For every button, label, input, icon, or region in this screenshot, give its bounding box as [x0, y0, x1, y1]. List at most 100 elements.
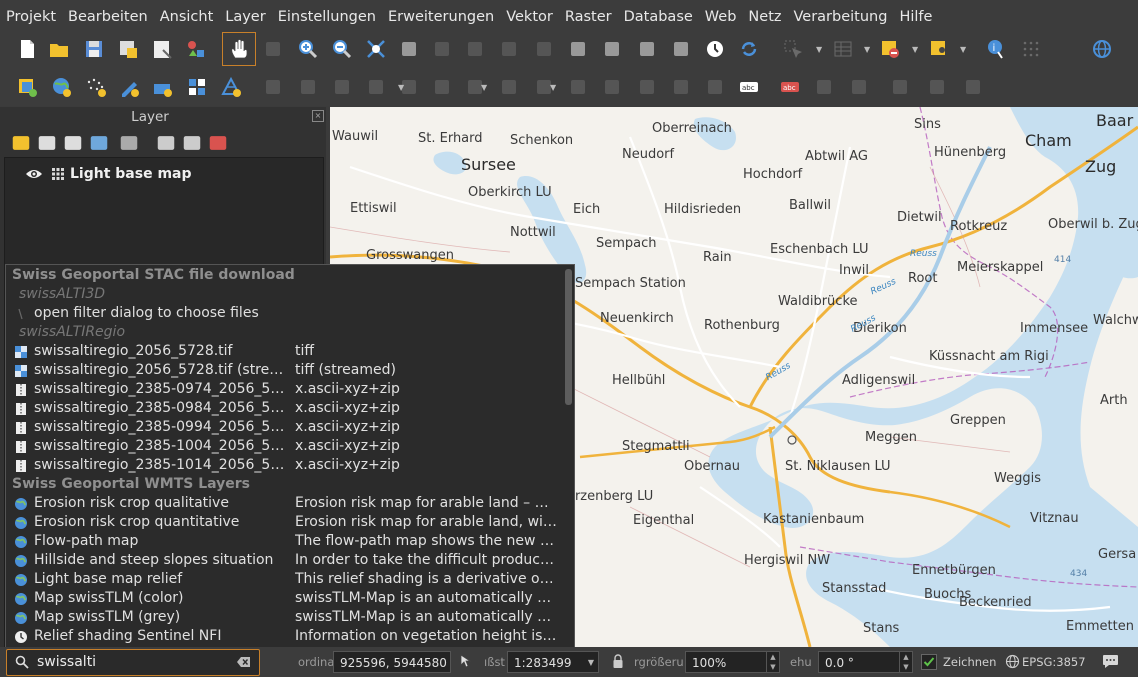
crs-globe-icon[interactable] [1005, 654, 1020, 673]
zoom-full-icon[interactable] [365, 38, 387, 60]
redo-icon[interactable] [636, 76, 658, 98]
chevron-down-icon[interactable]: ▼ [398, 83, 404, 92]
edit-pencil-icon[interactable] [262, 76, 284, 98]
open-project-icon[interactable] [48, 38, 70, 60]
temporal-controller-icon[interactable] [704, 38, 726, 60]
zoom-to-layer-icon[interactable] [431, 38, 453, 60]
label-abc-icon[interactable]: abc [738, 76, 760, 98]
locator-result-row[interactable]: swissaltiregio_2056_5728.tif (strea... ti… [6, 361, 562, 380]
chevron-down-icon[interactable]: ▼ [588, 652, 594, 674]
expand-all-icon[interactable] [155, 132, 175, 150]
locator-result-row[interactable]: Light base map relief This relief shading… [6, 570, 562, 589]
coordinate-field[interactable]: 925596, 5944580 [333, 651, 451, 673]
zoom-native-icon[interactable] [464, 38, 486, 60]
menu-raster[interactable]: Raster [559, 0, 618, 34]
locator-result-row[interactable]: Relief shading Sentinel NFI Information o… [6, 627, 562, 646]
chevron-down-icon[interactable]: ▼ [550, 83, 556, 92]
menu-verarbeitung[interactable]: Verarbeitung [788, 0, 894, 34]
locator-result-row[interactable]: Map swissTLM (grey) swissTLM-Map is an au… [6, 608, 562, 627]
chevron-down-icon[interactable]: ▼ [816, 45, 822, 54]
new-temp-layer-icon[interactable] [186, 76, 208, 98]
zoom-next-icon[interactable] [533, 38, 555, 60]
new-layer-icon[interactable] [151, 76, 173, 98]
remove-layer-icon[interactable] [207, 132, 227, 150]
toggle-edit-icon[interactable] [297, 76, 319, 98]
locator-result-row[interactable]: Map swissTLM (color) swissTLM-Map is an a… [6, 589, 562, 608]
save-project-icon[interactable] [83, 38, 105, 60]
pan-icon[interactable] [222, 32, 256, 66]
add-wms-icon[interactable] [50, 76, 72, 98]
pan-to-selection-icon[interactable] [262, 38, 284, 60]
locator-result-row[interactable]: swissaltiregio_2385-0994_2056_57... x.asc… [6, 418, 562, 437]
snap-icon[interactable] [962, 76, 984, 98]
pin-labels-icon[interactable] [704, 76, 726, 98]
show-bookmarks-icon[interactable] [670, 38, 692, 60]
chevron-down-icon[interactable]: ▼ [912, 45, 918, 54]
select-features-icon[interactable] [782, 38, 804, 60]
rotation-field[interactable]: 0.0 ° ▲ ▼ [818, 651, 913, 673]
menu-database[interactable]: Database [618, 0, 699, 34]
select-location-icon[interactable] [928, 38, 950, 60]
locator-search-input[interactable]: swissalti [6, 649, 260, 676]
menu-hilfe[interactable]: Hilfe [893, 0, 938, 34]
new-map-view-icon[interactable] [567, 38, 589, 60]
eye-visibility-icon[interactable] [25, 167, 43, 181]
coordinate-toggle-icon[interactable] [458, 653, 474, 673]
zoom-out-icon[interactable] [331, 38, 353, 60]
filter-expression-icon[interactable] [118, 132, 138, 150]
menu-ansicht[interactable]: Ansicht [154, 0, 220, 34]
new-project-icon[interactable] [16, 38, 38, 60]
paste-icon[interactable] [567, 76, 589, 98]
menu-vektor[interactable]: Vektor [500, 0, 559, 34]
magnifier-spinner[interactable]: ▲ ▼ [766, 652, 779, 672]
collapse-all-icon[interactable] [181, 132, 201, 150]
print-layout-icon[interactable] [151, 38, 173, 60]
menu-einstellungen[interactable]: Einstellungen [272, 0, 382, 34]
save-edits-icon[interactable] [331, 76, 353, 98]
locator-result-row[interactable]: open filter dialog to choose files [6, 304, 562, 323]
add-feature-icon[interactable] [365, 76, 387, 98]
close-panel-icon[interactable]: × [312, 110, 324, 122]
open-layer-styling-icon[interactable] [10, 132, 30, 150]
chevron-down-icon[interactable]: ▼ [864, 45, 870, 54]
layer-item[interactable]: Light base map [25, 164, 192, 184]
save-as-icon[interactable] [117, 38, 139, 60]
locator-result-row[interactable]: Flow-path map The flow-path map shows the… [6, 532, 562, 551]
crs-label[interactable]: EPSG:3857 [1022, 655, 1086, 669]
zoom-in-icon[interactable] [297, 38, 319, 60]
rotation-spinner[interactable]: ▲ ▼ [899, 652, 912, 672]
undo-icon[interactable] [601, 76, 623, 98]
new-bookmark-icon[interactable] [636, 38, 658, 60]
label-abc-red-icon[interactable]: abc [779, 76, 801, 98]
menu-netz[interactable]: Netz [742, 0, 787, 34]
messages-icon[interactable] [1102, 654, 1119, 673]
lock-scale-icon[interactable] [612, 654, 624, 673]
menu-projekt[interactable]: Projekt [0, 0, 62, 34]
cut-icon[interactable] [498, 76, 520, 98]
rotate-label-icon[interactable] [889, 76, 911, 98]
chevron-down-icon[interactable]: ▼ [481, 83, 487, 92]
new-mesh-icon[interactable] [220, 76, 242, 98]
render-checkbox[interactable] [921, 654, 937, 670]
locator-results-popup[interactable]: Swiss Geoportal STAC file download swissA… [5, 264, 575, 650]
new-3d-view-icon[interactable] [601, 38, 623, 60]
digitize-icon[interactable] [118, 76, 140, 98]
menu-web[interactable]: Web [699, 0, 743, 34]
locator-result-row[interactable]: swissaltiregio_2385-0974_2056_57... x.asc… [6, 380, 562, 399]
manage-visibility-icon[interactable] [62, 132, 82, 150]
menu-bearbeiten[interactable]: Bearbeiten [62, 0, 154, 34]
filter-legend-icon[interactable] [88, 132, 108, 150]
browser-icon[interactable] [1091, 38, 1113, 60]
data-source-manager-icon[interactable] [16, 76, 38, 98]
change-label-icon[interactable] [926, 76, 948, 98]
locator-result-row[interactable]: Hillside and steep slopes situation In or… [6, 551, 562, 570]
clear-search-icon[interactable] [237, 656, 251, 672]
measure-icon[interactable] [1020, 38, 1042, 60]
locator-result-row[interactable]: Erosion risk crop qualitative Erosion ris… [6, 494, 562, 513]
move-feature-icon[interactable] [431, 76, 453, 98]
locator-result-row[interactable]: swissaltiregio_2385-0984_2056_57... x.asc… [6, 399, 562, 418]
attribute-table-icon[interactable] [832, 38, 854, 60]
locator-result-row[interactable]: swissaltiregio_2056_5728.tif tiff [6, 342, 562, 361]
add-group-icon[interactable] [36, 132, 56, 150]
scrollbar-thumb[interactable] [565, 269, 572, 405]
